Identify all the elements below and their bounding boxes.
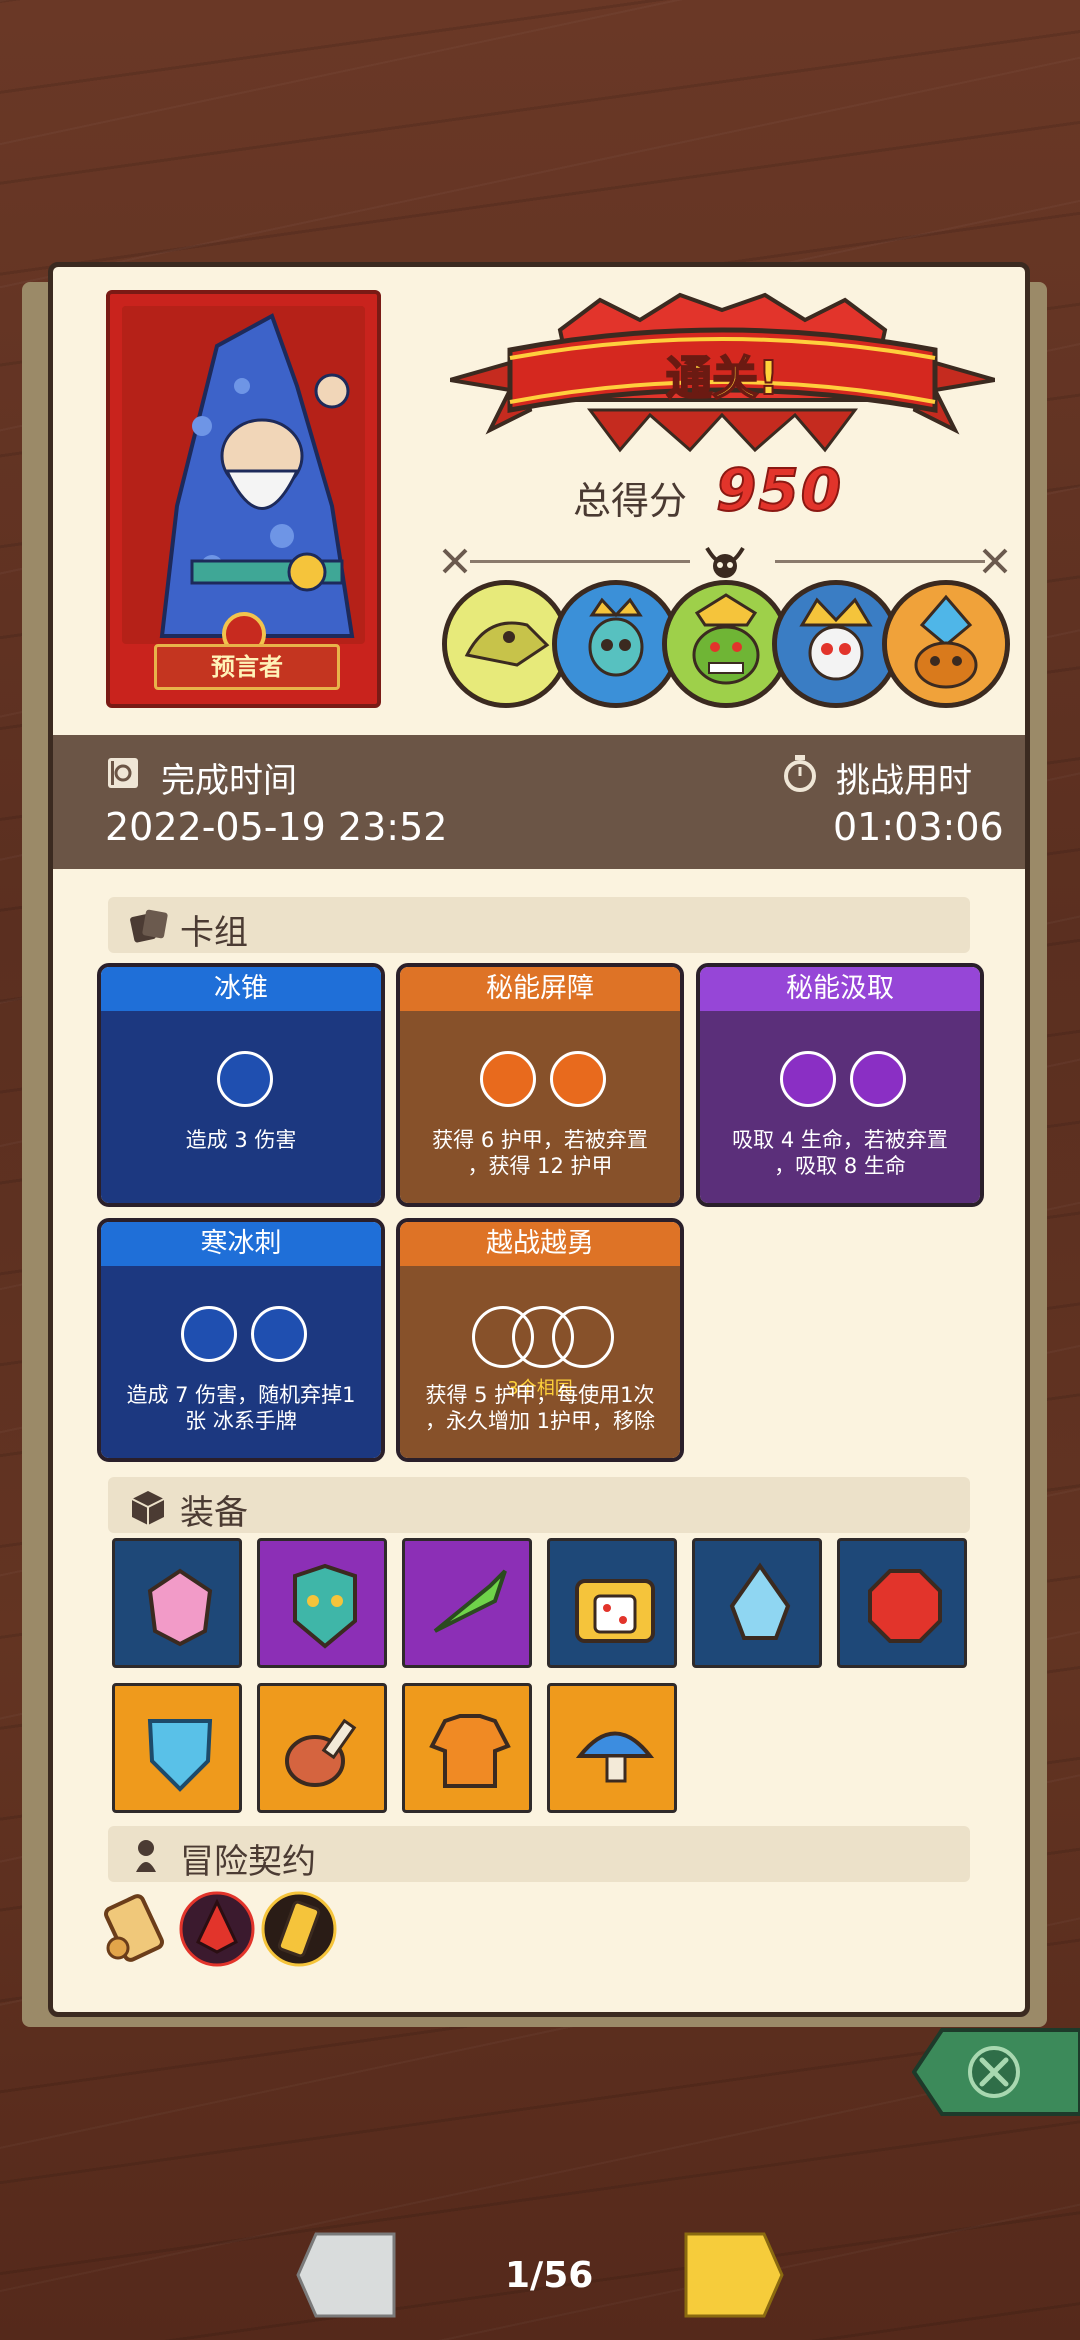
previous-page-button[interactable] bbox=[296, 2232, 398, 2318]
contract-section-title: 冒险契约 bbox=[180, 1842, 316, 1882]
total-score-value: 950 bbox=[715, 455, 844, 525]
crowned-skull-boss-icon[interactable] bbox=[552, 580, 680, 708]
deck-section-header: 卡组 bbox=[108, 897, 970, 953]
green-leaf-dagger-icon[interactable] bbox=[402, 1538, 532, 1668]
feathered-skull-boss-icon[interactable] bbox=[772, 580, 900, 708]
orange-sweater-icon[interactable] bbox=[402, 1683, 532, 1813]
card-title: 秘能汲取 bbox=[700, 967, 980, 1011]
deck-card[interactable]: 秘能屏障 获得 6 护甲，若被弃置 ，获得 12 护甲 bbox=[396, 963, 684, 1207]
card-desc: 吸取 4 生命，若被弃置 ，吸取 8 生命 bbox=[732, 1128, 948, 1178]
deck-section-title: 卡组 bbox=[180, 913, 248, 953]
victory-banner: 通关! bbox=[449, 290, 996, 460]
challenge-time-value: 01:03:06 bbox=[833, 805, 1004, 849]
ice-orb-icon bbox=[251, 1306, 307, 1362]
card-desc: 造成 7 伤害，随机弃掉1 张 冰系手牌 bbox=[126, 1383, 356, 1433]
dino-skeleton-boss-icon[interactable] bbox=[442, 580, 570, 708]
pawn-icon bbox=[136, 1840, 156, 1872]
card-desc: 造成 3 伤害 bbox=[185, 1128, 297, 1152]
dice-chest-icon[interactable] bbox=[547, 1538, 677, 1668]
empty-orb-icon bbox=[552, 1306, 614, 1368]
page-indicator: 1/56 bbox=[505, 2255, 594, 2296]
card-desc: 获得 6 护甲，若被弃置 ，获得 12 护甲 bbox=[432, 1128, 648, 1178]
fire-orb-icon bbox=[550, 1051, 606, 1107]
cards-icon bbox=[130, 909, 168, 943]
green-goblin-king-boss-icon[interactable] bbox=[662, 580, 790, 708]
equipment-section-header: 装备 bbox=[108, 1477, 970, 1533]
divider-left bbox=[470, 560, 690, 563]
next-page-button[interactable] bbox=[682, 2232, 784, 2318]
calendar-icon bbox=[108, 758, 138, 788]
demon-mask-icon[interactable] bbox=[257, 1538, 387, 1668]
ice-orb-icon bbox=[217, 1051, 273, 1107]
close-button[interactable] bbox=[912, 2028, 1080, 2116]
divider-right bbox=[775, 560, 985, 563]
grape-orb-icon bbox=[850, 1051, 906, 1107]
pink-gem-icon[interactable] bbox=[112, 1538, 242, 1668]
grape-orb-icon bbox=[780, 1051, 836, 1107]
meat-leg-icon[interactable] bbox=[257, 1683, 387, 1813]
card-title: 寒冰刺 bbox=[101, 1222, 381, 1266]
card-title: 冰锥 bbox=[101, 967, 381, 1011]
fire-orb-icon bbox=[480, 1051, 536, 1107]
water-drop-gem-icon[interactable] bbox=[692, 1538, 822, 1668]
crossed-swords-icon bbox=[982, 548, 1008, 574]
ice-shield-icon[interactable] bbox=[112, 1683, 242, 1813]
golden-totem-icon[interactable] bbox=[260, 1890, 338, 1968]
time-info-strip: 完成时间 2022-05-19 23:52 挑战用时 01:03:06 bbox=[53, 735, 1025, 869]
card-desc: 获得 5 护甲，每使用1次 ，永久增加 1护甲，移除 bbox=[424, 1383, 656, 1433]
scroll-icon[interactable] bbox=[100, 1890, 172, 1966]
banner-text: 通关! bbox=[665, 350, 780, 406]
contract-section-header: 冒险契约 bbox=[108, 1826, 970, 1882]
equipment-section-title: 装备 bbox=[180, 1493, 248, 1533]
wizard-icon bbox=[122, 306, 365, 640]
boss-list bbox=[442, 580, 1012, 710]
completion-time-label: 完成时间 bbox=[161, 761, 297, 801]
card-title: 秘能屏障 bbox=[400, 967, 680, 1011]
hero-name: 预言者 bbox=[154, 644, 340, 690]
deck-card[interactable]: 寒冰刺 造成 7 伤害，随机弃掉1 张 冰系手牌 bbox=[97, 1218, 385, 1462]
card-title: 越战越勇 bbox=[400, 1222, 680, 1266]
horned-skull-icon bbox=[705, 546, 745, 578]
challenge-time-label: 挑战用时 bbox=[836, 761, 972, 801]
hero-portrait bbox=[122, 306, 365, 644]
ice-orb-icon bbox=[181, 1306, 237, 1362]
red-ruby-icon[interactable] bbox=[837, 1538, 967, 1668]
hero-card: 预言者 bbox=[106, 290, 381, 708]
crystal-golem-boss-icon[interactable] bbox=[882, 580, 1010, 708]
blue-mushroom-icon[interactable] bbox=[547, 1683, 677, 1813]
red-flame-mask-icon[interactable] bbox=[178, 1890, 256, 1968]
cube-icon bbox=[131, 1491, 165, 1525]
crossed-swords-icon bbox=[442, 548, 468, 574]
deck-card[interactable]: 秘能汲取 吸取 4 生命，若被弃置 ，吸取 8 生命 bbox=[696, 963, 984, 1207]
deck-card[interactable]: 冰锥 造成 3 伤害 bbox=[97, 963, 385, 1207]
completion-time-value: 2022-05-19 23:52 bbox=[105, 805, 448, 849]
total-score-label: 总得分 bbox=[573, 479, 688, 523]
stopwatch-icon bbox=[784, 755, 816, 792]
deck-card[interactable]: 越战越勇 3个相同 获得 5 护甲，每使用1次 ，永久增加 1护甲，移除 bbox=[396, 1218, 684, 1462]
